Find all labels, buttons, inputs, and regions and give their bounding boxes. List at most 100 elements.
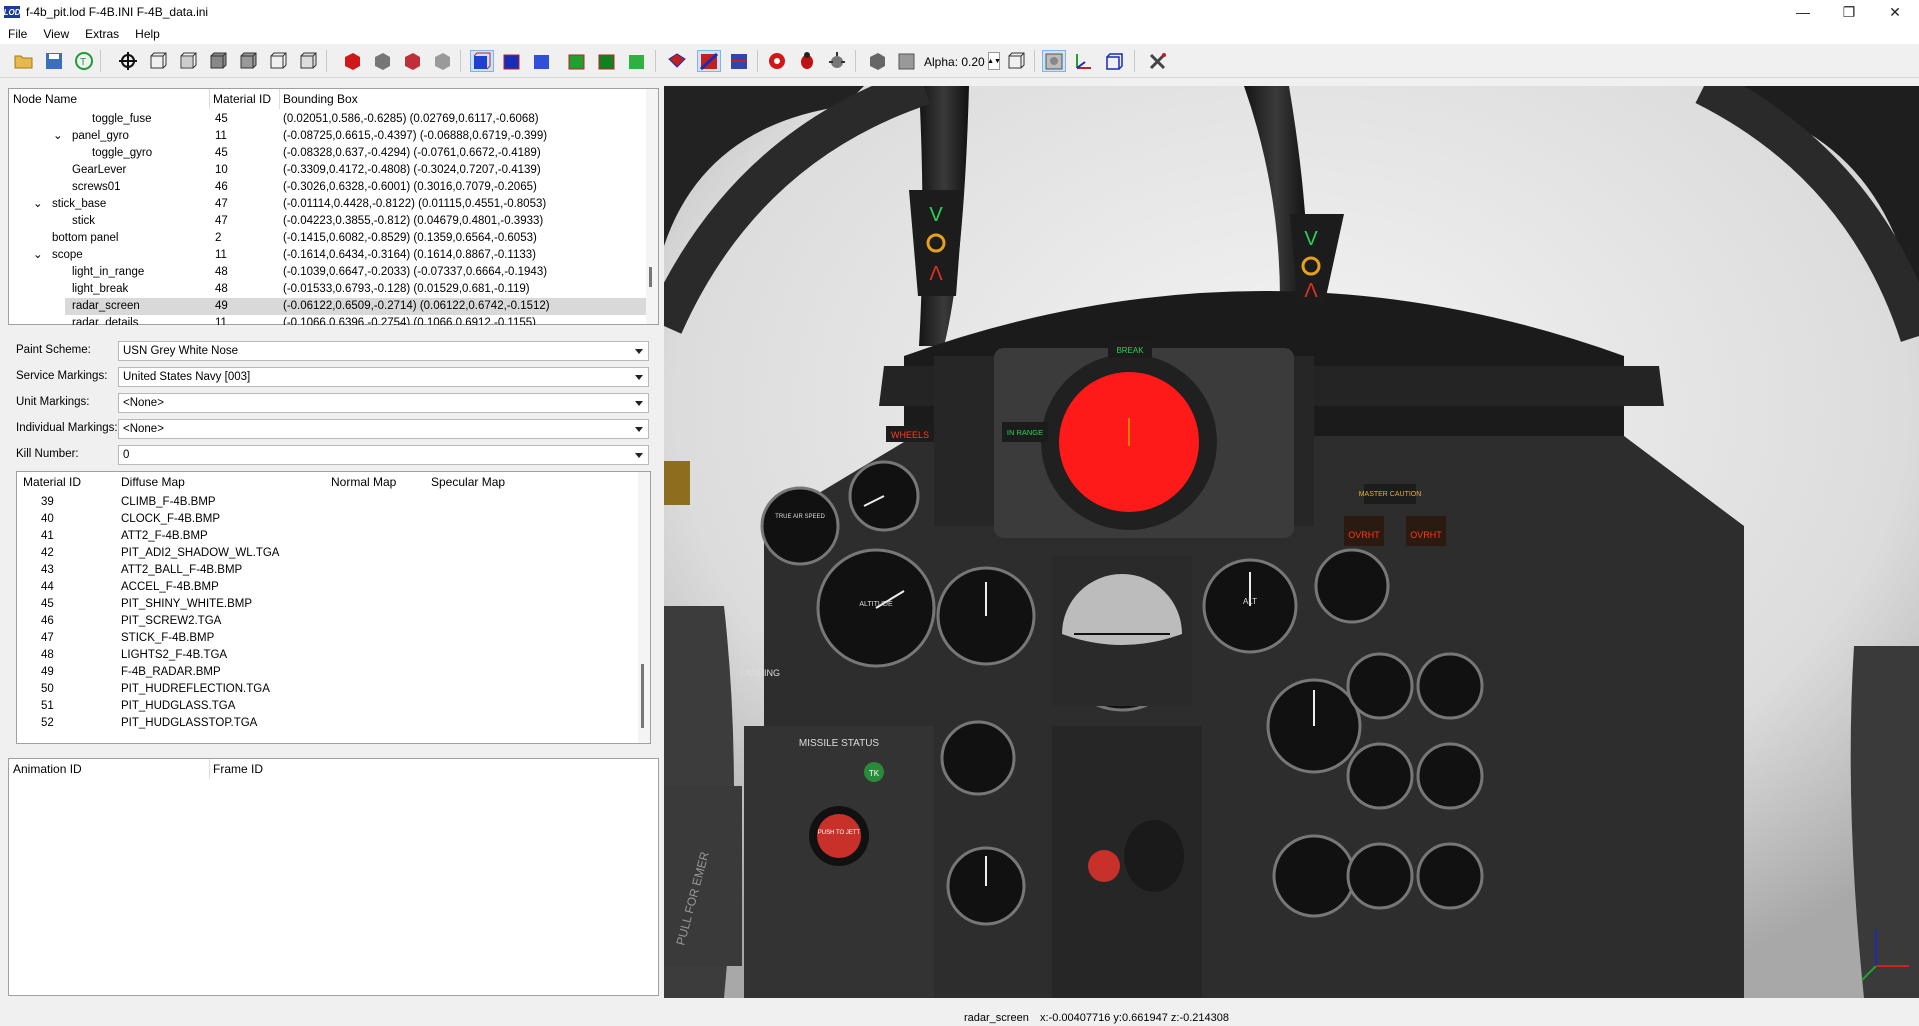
frame-id-header[interactable]: Frame ID [213,759,263,779]
diffuse-map-header[interactable]: Diffuse Map [121,472,185,492]
window-title: f-4b_pit.lod F-4B.INI F-4B_data.ini [26,5,209,19]
tree-row-toggle-gyro[interactable]: toggle_gyro 45 (-0.08328,0.637,-0.4294) (-… [9,145,646,162]
dropdown-arrow-icon [635,349,643,354]
view-right-button[interactable] [236,50,260,72]
view-back-button[interactable] [176,50,200,72]
material-row[interactable]: 43 ATT2_BALL_F-4B.BMP [17,562,638,579]
menu-extras[interactable]: Extras [77,27,127,41]
tree-row-stick[interactable]: stick 47 (-0.04223,0.3855,-0.812) (0.04679… [9,213,646,230]
bounding-box-header[interactable]: Bounding Box [283,89,358,109]
tree-row-panel-gyro[interactable]: ⌄ panel_gyro 11 (-0.08725,0.6615,-0.4397) (… [9,128,646,145]
bbox-green-outline-button[interactable] [625,50,649,72]
zoom-extents-button[interactable] [116,50,140,72]
tree-row-scope[interactable]: ⌄ scope 11 (-0.1614,0.6434,-0.3164) (0.1614… [9,247,646,264]
material-row[interactable]: 47 STICK_F-4B.BMP [17,630,638,647]
view-bottom-button[interactable] [296,50,320,72]
open-folder-button[interactable] [12,50,36,72]
material-row[interactable]: 50 PIT_HUDREFLECTION.TGA [17,681,638,698]
material-row[interactable]: 41 ATT2_F-4B.BMP [17,528,638,545]
bounds-button[interactable] [1102,50,1126,72]
render-shaded-button[interactable] [400,50,424,72]
bbox-green-button[interactable] [565,50,589,72]
close-button[interactable]: ✕ [1872,0,1918,24]
expand-chevron-icon[interactable]: ⌄ [33,247,43,264]
node-name-header[interactable]: Node Name [13,89,77,109]
mesh-blue-button[interactable] [727,50,751,72]
materials-scrollbar[interactable] [638,472,650,743]
tree-row-stick-base[interactable]: ⌄ stick_base 47 (-0.01114,0.4428,-0.8122) (… [9,196,646,213]
menu-help[interactable]: Help [127,27,168,41]
material-row[interactable]: 42 PIT_ADI2_SHADOW_WL.TGA [17,545,638,562]
material-id-header[interactable]: Material ID [213,89,271,109]
3d-viewport[interactable]: BREAK IN RANGE WHEELS V Λ V Λ MASTER CAU… [664,86,1919,998]
hook-points-button[interactable] [765,50,789,72]
tools-button[interactable] [1146,50,1170,72]
maximize-button[interactable]: ❐ [1826,0,1872,24]
material-row[interactable]: 51 PIT_HUDGLASS.TGA [17,698,638,715]
bbox-blue-button[interactable] [470,50,494,72]
green-cube-icon [598,54,615,70]
save-button[interactable] [42,50,66,72]
material-row[interactable]: 44 ACCEL_F-4B.BMP [17,579,638,596]
menu-file[interactable]: File [0,27,35,41]
mesh-red-button[interactable] [665,50,689,72]
transparency-button[interactable] [865,50,889,72]
view-front-button[interactable] [146,50,170,72]
kill-number-select[interactable]: 0 [118,445,649,465]
bbox-blue-solid-button[interactable] [500,50,524,72]
dropdown-arrow-icon [635,427,643,432]
paint-scheme-select[interactable]: USN Grey White Nose [118,341,649,361]
material-row[interactable]: 52 PIT_HUDGLASSTOP.TGA [17,715,638,732]
crosshair-icon [119,52,137,70]
tree-row-screws01[interactable]: screws01 46 (-0.3026,0.6328,-0.6001) (0.30… [9,179,646,196]
unit-markings-select[interactable]: <None> [118,393,649,413]
material-row[interactable]: 48 LIGHTS2_F-4B.TGA [17,647,638,664]
tree-row-radar-details[interactable]: radar_details 11 (-0.1066,0.6396,-0.2754) … [9,315,646,325]
material-row[interactable]: 40 CLOCK_F-4B.BMP [17,511,638,528]
material-row[interactable]: 39 CLIMB_F-4B.BMP [17,494,638,511]
expand-chevron-icon[interactable]: ⌄ [33,196,43,213]
expand-chevron-icon[interactable]: ⌄ [53,128,63,145]
kill-number-label: Kill Number: [16,448,79,460]
tree-row-gearlever[interactable]: GearLever 10 (-0.3309,0.4172,-0.4808) (-0.… [9,162,646,179]
render-textured-button[interactable] [430,50,454,72]
bbox-green-solid-button[interactable] [595,50,619,72]
axis-button[interactable] [1072,50,1096,72]
menu-view[interactable]: View [35,27,77,41]
bug-button[interactable] [795,50,819,72]
status-node-name: radar_screen [964,1012,1029,1024]
view-left-button[interactable] [206,50,230,72]
normal-map-header[interactable]: Normal Map [331,472,396,492]
service-markings-select[interactable]: United States Navy [003] [118,367,649,387]
material-row[interactable]: 49 F-4B_RADAR.BMP [17,664,638,681]
altitude-gauge-label: ALTITUDE [859,601,893,608]
node-tree-scrollbar[interactable] [646,89,658,324]
material-row[interactable]: 45 PIT_SHINY_WHITE.BMP [17,596,638,613]
blue-cube-icon [473,52,491,70]
svg-text:V: V [1304,228,1318,250]
tree-row-toggle-fuse[interactable]: toggle_fuse 45 (0.02051,0.586,-0.6285) (0.… [9,111,646,128]
tree-row-light-in-range[interactable]: light_in_range 48 (-0.1039,0.6647,-0.2033)… [9,264,646,281]
render-solid-button[interactable] [340,50,364,72]
render-grey-button[interactable] [370,50,394,72]
specular-map-header[interactable]: Specular Map [431,472,505,492]
texture-view-button[interactable] [1042,50,1066,72]
mesh-multi-button[interactable] [697,50,721,72]
material-row[interactable]: 46 PIT_SCREW2.TGA [17,613,638,630]
cube-wire-icon [300,52,317,69]
bbox-blue-outline-button[interactable] [530,50,554,72]
tree-row-light-break[interactable]: light_break 48 (-0.01533,0.6793,-0.128) (0… [9,281,646,298]
view-top-button[interactable] [266,50,290,72]
refresh-button[interactable]: T [72,50,96,72]
wireframe-cube-button[interactable] [1004,50,1028,72]
folder-icon [14,55,33,69]
transparency-alt-button[interactable] [895,50,919,72]
lights-button[interactable] [825,50,849,72]
tree-row-radar-screen[interactable]: radar_screen 49 (-0.06122,0.6509,-0.2714) … [65,298,646,315]
minimize-button[interactable]: — [1780,0,1826,24]
alpha-spinner[interactable]: ▲▼ [987,52,1001,70]
individual-markings-select[interactable]: <None> [118,419,649,439]
animation-id-header[interactable]: Animation ID [13,759,82,779]
tree-row-bottom-panel[interactable]: bottom panel 2 (-0.1415,0.6082,-0.8529) (0… [9,230,646,247]
material-id-col-header[interactable]: Material ID [23,472,81,492]
